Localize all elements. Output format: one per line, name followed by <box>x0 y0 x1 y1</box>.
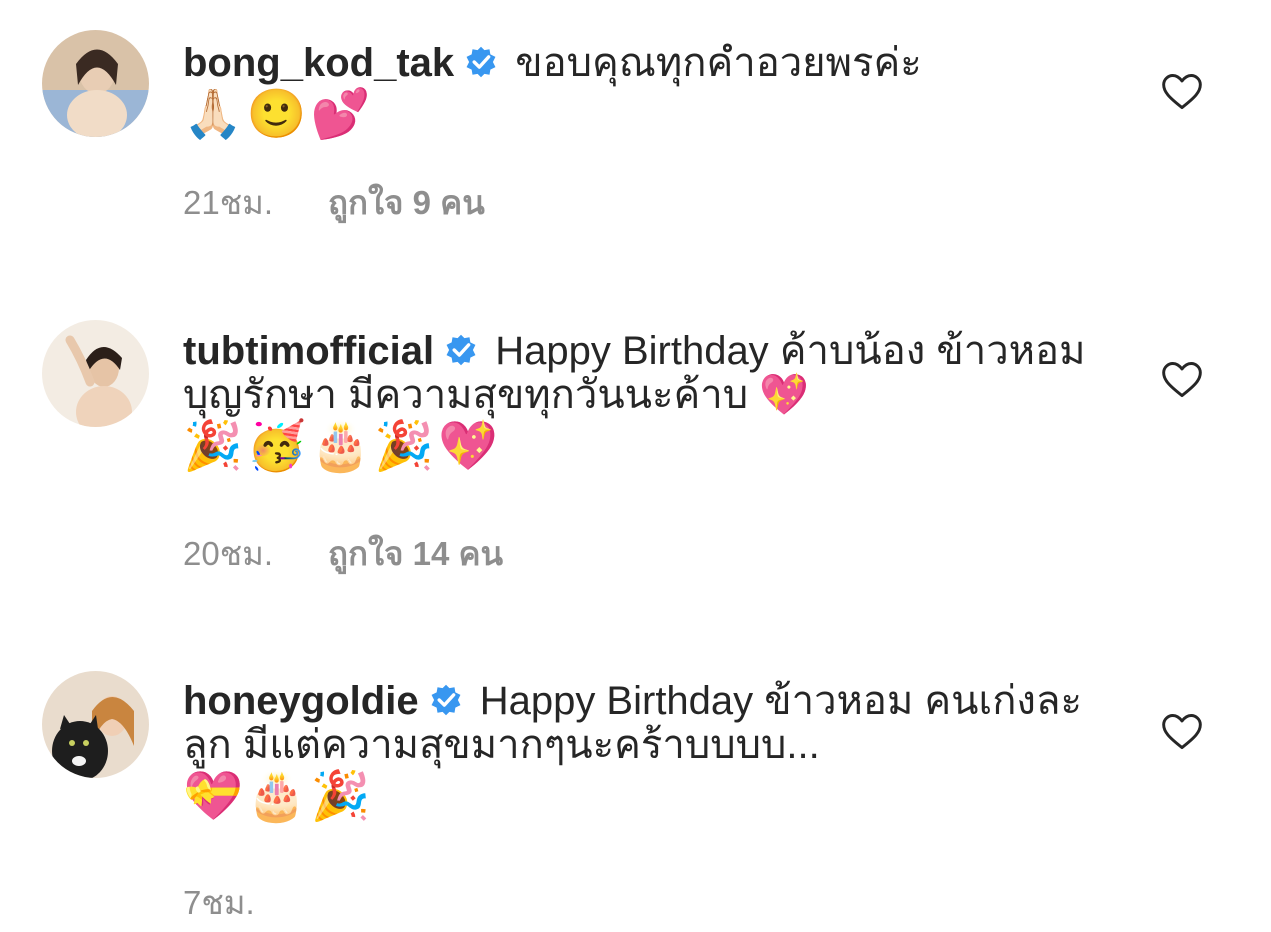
avatar[interactable] <box>42 320 149 427</box>
emoji-row: 🙏🏻🙂💕 <box>183 86 375 142</box>
avatar[interactable] <box>42 671 149 778</box>
comment-meta: 7ชม. <box>183 876 310 929</box>
verified-badge-icon <box>446 334 476 366</box>
comment-text: honeygoldie Happy Birthday ข้าวหอม คนเก่… <box>183 660 1113 767</box>
emoji-row: 🎉🥳🎂🎉💖 <box>183 418 502 474</box>
verified-badge-icon <box>431 684 461 716</box>
username[interactable]: bong_kod_tak <box>183 41 454 85</box>
emoji-row: 💝🎂🎉 <box>183 768 375 824</box>
comment-timestamp: 20ชม. <box>183 535 274 572</box>
comment-timestamp: 7ชม. <box>183 884 255 921</box>
comment-content: ขอบคุณทุกคำอวยพรค่ะ <box>504 41 922 85</box>
username[interactable]: tubtimofficial <box>183 329 434 373</box>
comment-timestamp: 21ชม. <box>183 184 274 221</box>
comment-body: bong_kod_tak ขอบคุณทุกคำอวยพรค่ะ 🙏🏻🙂💕 <box>183 22 1113 143</box>
heart-outline-icon[interactable] <box>1160 358 1204 402</box>
username[interactable]: honeygoldie <box>183 679 419 723</box>
likes-count[interactable]: ถูกใจ 9 คน <box>328 176 485 229</box>
heart-outline-icon[interactable] <box>1160 710 1204 754</box>
comment-body: tubtimofficial Happy Birthday ค้าบน้อง ข… <box>183 310 1113 475</box>
comment-text: bong_kod_tak ขอบคุณทุกคำอวยพรค่ะ <box>183 22 1113 85</box>
avatar[interactable] <box>42 30 149 137</box>
comment-text: tubtimofficial Happy Birthday ค้าบน้อง ข… <box>183 310 1113 417</box>
comment-meta: 21ชม. ถูกใจ 9 คน <box>183 176 485 229</box>
likes-count[interactable]: ถูกใจ 14 คน <box>328 527 503 580</box>
comment-body: honeygoldie Happy Birthday ข้าวหอม คนเก่… <box>183 660 1113 825</box>
heart-outline-icon[interactable] <box>1160 70 1204 114</box>
comment-meta: 20ชม. ถูกใจ 14 คน <box>183 527 503 580</box>
verified-badge-icon <box>466 46 496 78</box>
